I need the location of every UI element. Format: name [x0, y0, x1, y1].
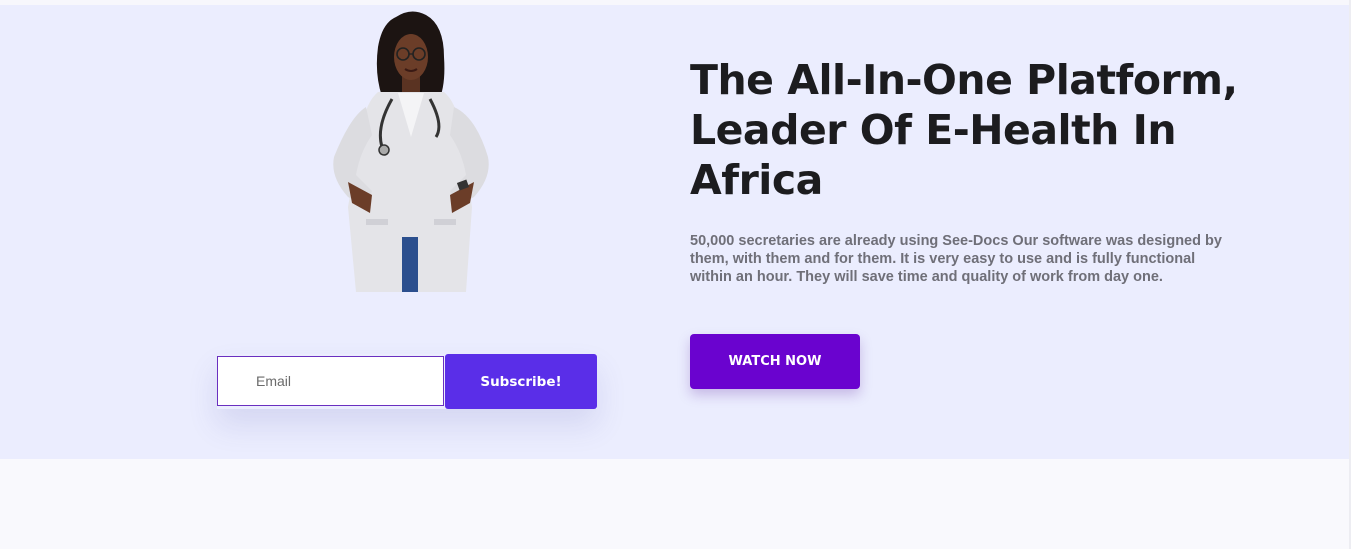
- hero-section: The All-In-One Platform, Leader Of E-Hea…: [0, 5, 1351, 459]
- doctor-image: [333, 11, 489, 292]
- subscribe-button[interactable]: Subscribe!: [445, 354, 597, 409]
- email-input[interactable]: Email: [217, 356, 444, 406]
- subscribe-form: Email Subscribe!: [217, 354, 597, 409]
- hero-headline: The All-In-One Platform, Leader Of E-Hea…: [690, 56, 1238, 204]
- watch-now-button[interactable]: WATCH NOW: [690, 334, 860, 389]
- hero-description: 50,000 secretaries are already using See…: [690, 233, 1222, 285]
